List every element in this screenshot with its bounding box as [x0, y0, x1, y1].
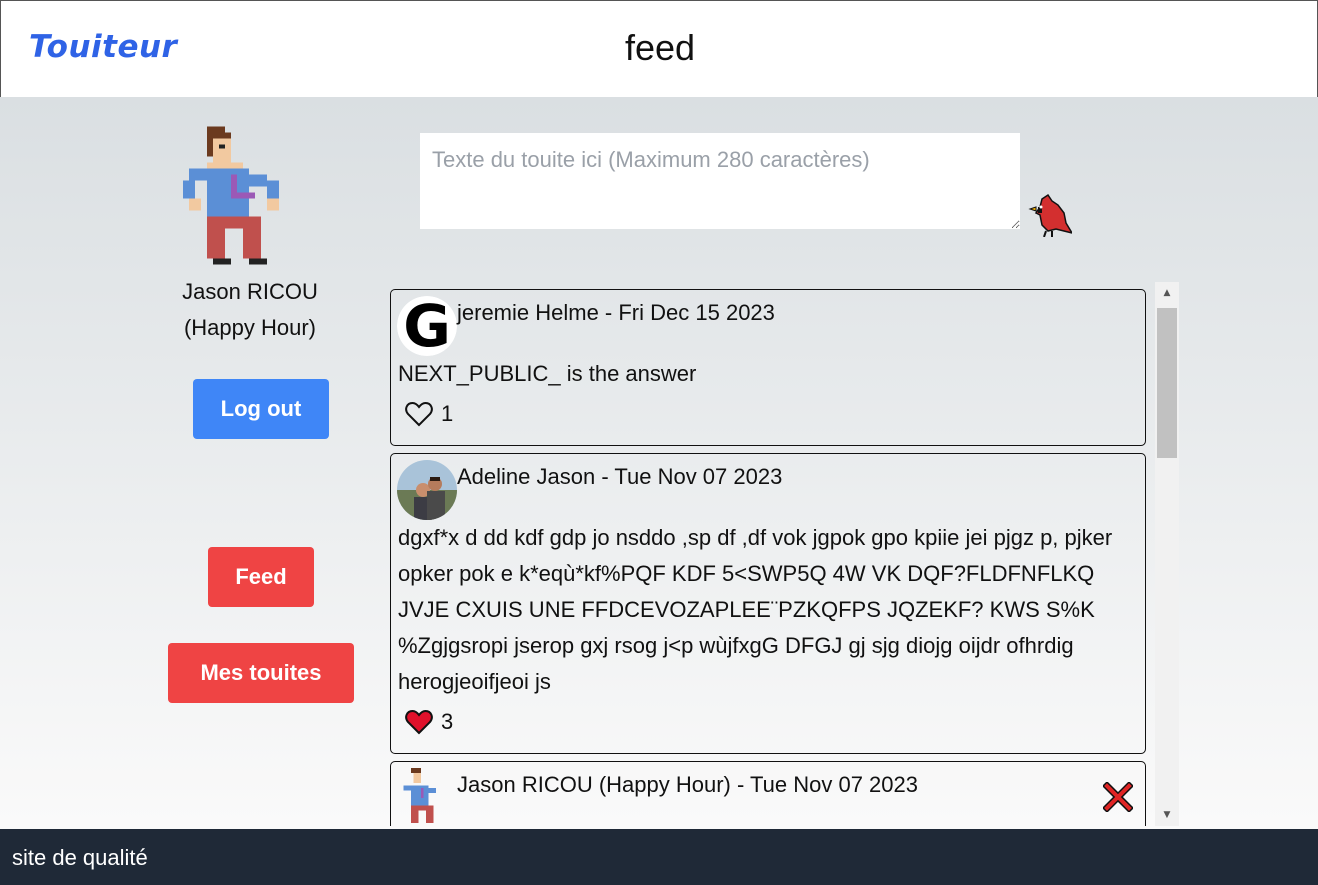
letter-g-avatar: G [397, 296, 457, 356]
touite-meta: jeremie Helme - Fri Dec 15 2023 [457, 300, 775, 325]
feed-scrollbar[interactable]: ▲ ▼ [1155, 282, 1179, 826]
touite-card: Jason RICOU (Happy Hour) - Tue Nov 07 20… [390, 761, 1146, 826]
touite-meta: Jason RICOU (Happy Hour) - Tue Nov 07 20… [457, 772, 918, 797]
like-button[interactable]: 3 [405, 709, 453, 735]
footer-text: site de qualité [12, 845, 148, 870]
touite-feed[interactable]: G jeremie Helme - Fri Dec 15 2023 NEXT_P… [390, 282, 1180, 826]
touite-meta: Adeline Jason - Tue Nov 07 2023 [457, 464, 783, 489]
scroll-down-arrow-icon[interactable]: ▼ [1155, 804, 1179, 826]
user-name-line2: (Happy Hour) [183, 315, 317, 340]
svg-text:G: G [403, 296, 451, 356]
cardinal-bird-icon[interactable] [1028, 193, 1072, 237]
feed-button[interactable]: Feed [208, 547, 314, 607]
footer: site de qualité [0, 829, 1318, 885]
logout-button[interactable]: Log out [193, 379, 329, 439]
touite-card: G jeremie Helme - Fri Dec 15 2023 NEXT_P… [390, 289, 1146, 446]
touite-text-input[interactable] [420, 133, 1020, 229]
heart-outline-icon [405, 401, 433, 427]
top-header: Touiteur feed [0, 0, 1318, 97]
like-count: 3 [441, 709, 454, 734]
touite-body: NEXT_PUBLIC_ is the answer [398, 361, 697, 386]
like-count: 1 [441, 401, 454, 426]
pixel-man-avatar [403, 768, 436, 823]
scroll-thumb[interactable] [1157, 308, 1177, 458]
page-title: feed [624, 27, 696, 68]
user-name: Jason RICOU (Happy Hour) [150, 274, 350, 346]
couple-photo-avatar [397, 460, 457, 520]
heart-filled-icon [405, 709, 433, 735]
touite-body: dgxf*x d dd kdf gdp jo nsddo ,sp df ,df … [398, 525, 1113, 694]
like-button[interactable]: 1 [405, 401, 453, 427]
my-touites-button[interactable]: Mes touites [168, 643, 354, 703]
user-avatar-pixel-man [183, 126, 279, 265]
touite-card: Adeline Jason - Tue Nov 07 2023 dgxf*x d… [390, 453, 1146, 754]
delete-icon[interactable] [1103, 782, 1133, 812]
user-name-line1: Jason RICOU [182, 279, 318, 304]
scroll-up-arrow-icon[interactable]: ▲ [1155, 282, 1179, 304]
